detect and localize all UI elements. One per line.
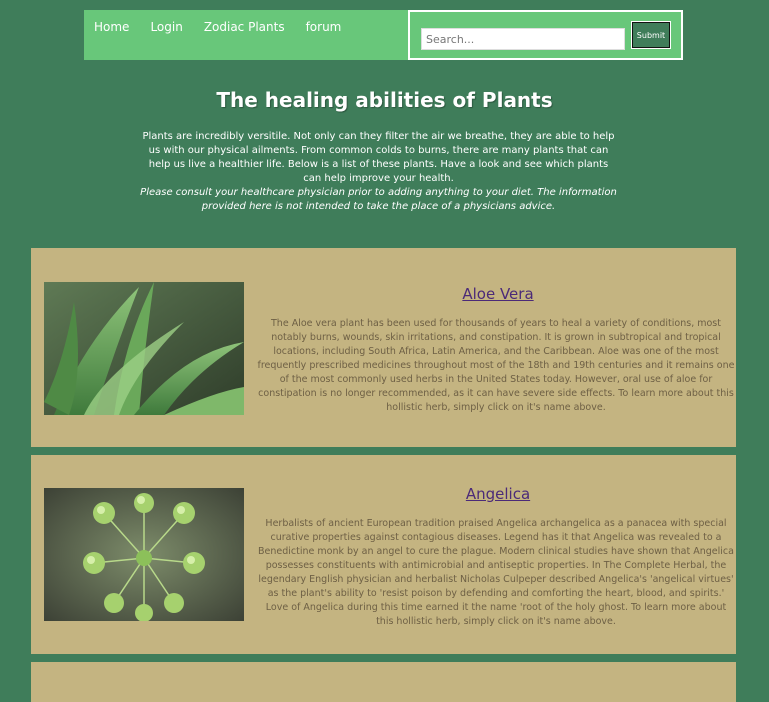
intro-section: Plants are incredibly versitile. Not onl… [140, 130, 617, 214]
nav-link-zodiac-plants[interactable]: Zodiac Plants [204, 20, 285, 34]
submit-button[interactable]: Submit [631, 21, 671, 49]
plant-title-aloe-vera[interactable]: Aloe Vera [263, 285, 733, 303]
plant-description-aloe-vera: The Aloe vera plant has been used for th… [257, 318, 735, 413]
plant-card-angelica: Angelica Herbalists of ancient European … [31, 455, 736, 654]
nav-link-login[interactable]: Login [150, 20, 182, 34]
plant-card-aloe-vera: Aloe Vera The Aloe vera plant has been u… [31, 248, 736, 447]
disclaimer-text: Please consult your healthcare physician… [140, 187, 617, 212]
aloe-vera-image [44, 282, 244, 415]
angelica-image [44, 488, 244, 621]
plant-description-angelica: Herbalists of ancient European tradition… [258, 518, 734, 627]
search-input[interactable] [421, 28, 625, 50]
search-form: Submit [408, 10, 683, 60]
page-title: The healing abilities of Plants [216, 88, 553, 112]
intro-text: Plants are incredibly versitile. Not onl… [142, 131, 615, 184]
navbar: Home Login Zodiac Plants forum Submit [84, 10, 683, 60]
plant-title-angelica[interactable]: Angelica [263, 485, 733, 503]
nav-link-home[interactable]: Home [94, 20, 129, 34]
nav-link-forum[interactable]: forum [306, 20, 342, 34]
nav-links: Home Login Zodiac Plants forum [84, 10, 352, 44]
plant-card-next [31, 662, 736, 702]
